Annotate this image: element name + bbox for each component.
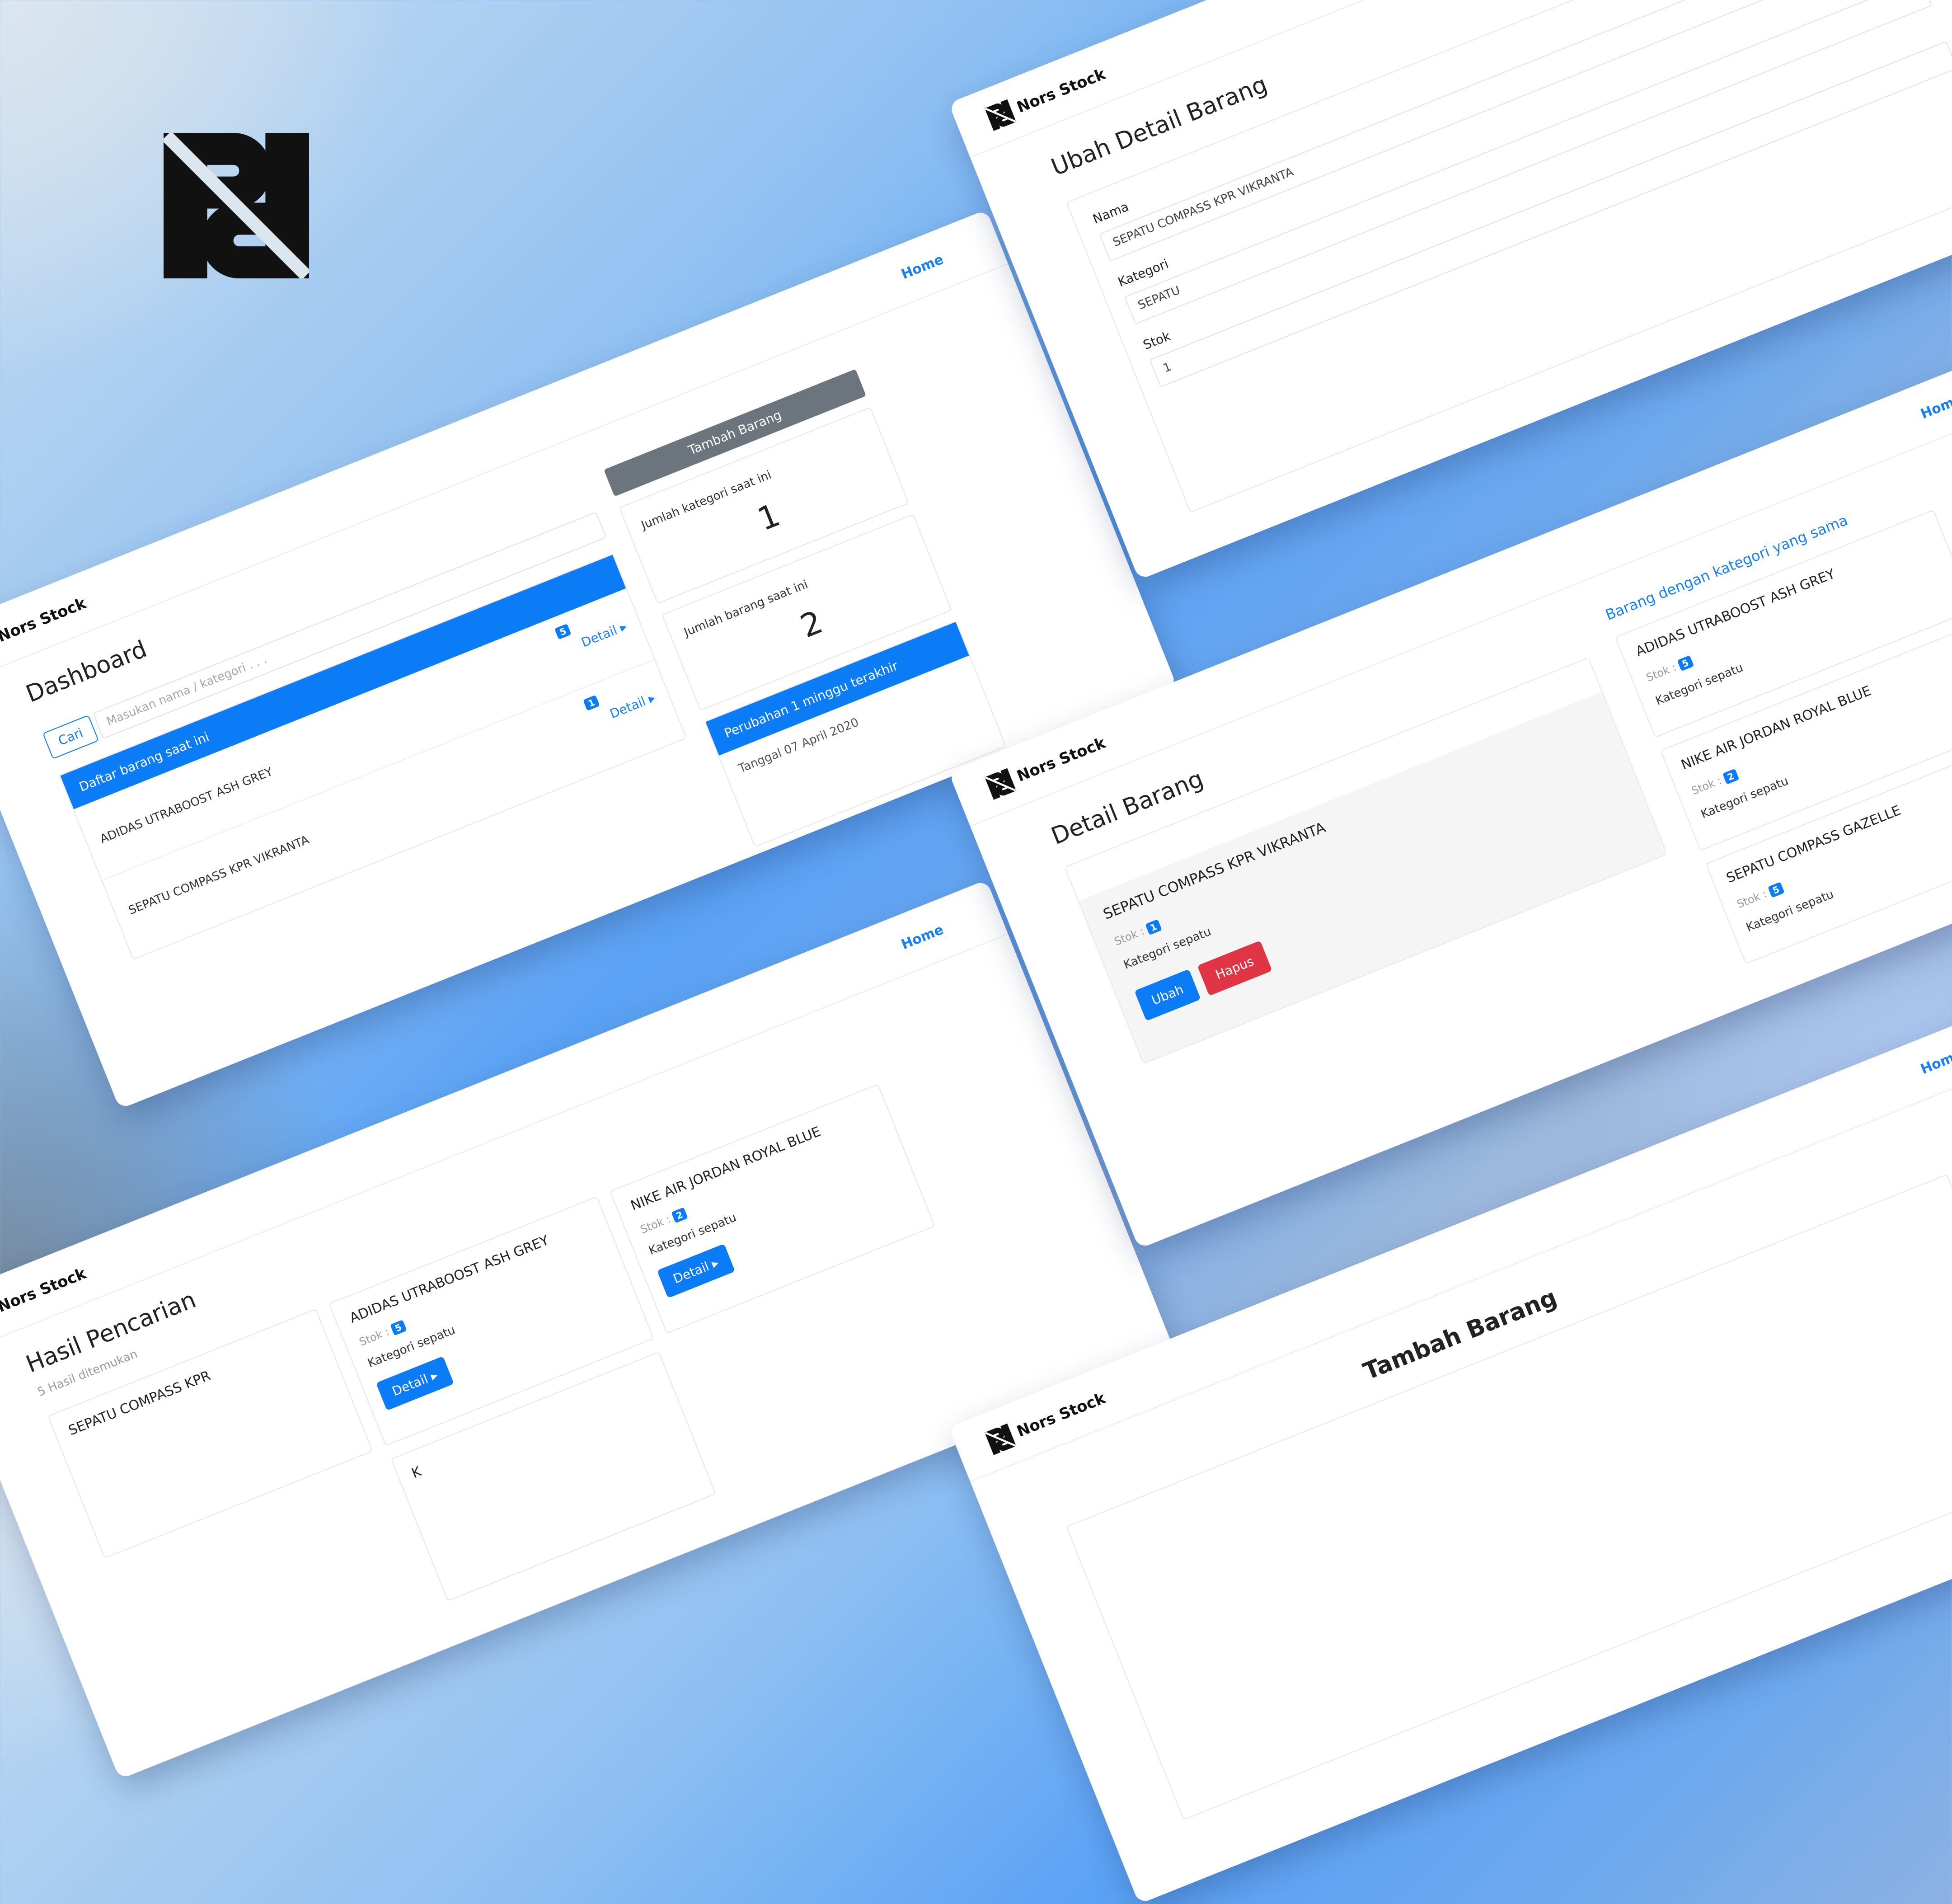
related-stock: Stok : 5 [1644,654,1694,684]
detail-label: Detail [671,1259,711,1287]
navbar-brand[interactable]: Nors Stock [0,592,89,659]
brand-name: Nors Stock [1014,65,1108,117]
field-label-nama: Nama [1090,199,1131,227]
stock-badge: 1 [583,695,600,711]
nors-logo-icon [985,768,1017,800]
detail-link[interactable]: Detail ▸ [608,690,657,722]
search-button[interactable]: Cari [42,715,99,759]
related-stock: Stok : 2 [1689,768,1739,798]
detail-label: Detail [390,1371,430,1399]
caret-right-icon: ▸ [646,690,658,706]
navbar-brand[interactable]: Nors Stock [0,1262,89,1330]
nav-home-link[interactable]: Home [899,252,946,283]
nav-home-link[interactable]: Home [1919,391,1952,423]
brand-name: Nors Stock [1014,733,1108,786]
category-input[interactable]: SEPATU [1124,0,1933,325]
stock-label: Stok : [1735,887,1769,911]
stock-badge: 2 [1722,768,1739,785]
result-name: ADIDAS UTRABOOST ASH GREY [347,1232,551,1326]
nors-logo-icon [985,1423,1017,1455]
detail-link[interactable]: Detail ▸ [579,619,629,650]
nav-home-link[interactable]: Home [1919,1047,1952,1078]
stock-label: Stok : [357,1325,391,1349]
stock-badge: 5 [1677,655,1694,672]
stock-badge: 2 [671,1207,688,1223]
field-label-stok: Stok [1141,328,1173,353]
detail-label: Detail [607,694,648,722]
caret-right-icon: ▸ [617,618,629,635]
stock-badge: 5 [1767,882,1785,898]
nav-home-link[interactable]: Home [899,922,946,953]
brand-name: Nors Stock [0,594,89,646]
stock-label: Stok : [1644,661,1678,684]
add-form-card [1066,1174,1952,1820]
related-name: ADIDAS UTRABOOST ASH GREY [1633,566,1838,660]
brand-name: Nors Stock [1014,1389,1108,1441]
detail-button[interactable]: Detail ▸ [657,1243,735,1298]
result-name: K [409,1463,424,1482]
navbar-brand[interactable]: Nors Stock [985,63,1109,131]
nors-monogram-logo [164,133,309,278]
caret-right-icon: ▸ [428,1367,440,1384]
result-card: NIKE AIR JORDAN ROYAL BLUE Stok : 2 Kate… [610,1083,935,1334]
stock-label: Stok : [638,1213,672,1236]
stock-badge: 5 [389,1320,407,1336]
detail-button[interactable]: Detail ▸ [375,1356,454,1411]
brand-name: Nors Stock [0,1264,89,1316]
nors-logo-icon [985,99,1017,131]
caret-right-icon: ▸ [709,1255,721,1271]
stock-badge: 5 [554,623,572,640]
stock-label: Stok : [1689,774,1724,798]
related-stock: Stok : 5 [1735,881,1785,911]
detail-label: Detail [579,622,619,650]
result-name: NIKE AIR JORDAN ROYAL BLUE [628,1124,823,1214]
